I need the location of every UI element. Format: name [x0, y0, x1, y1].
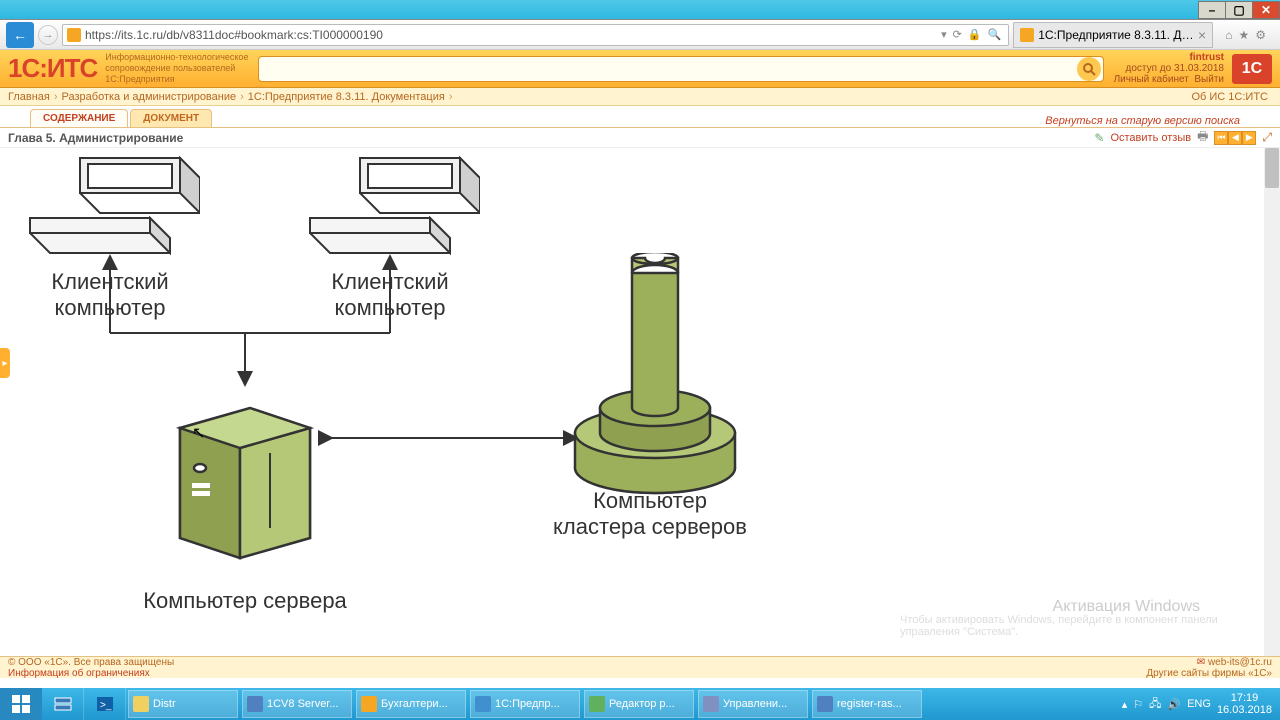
dropdown-icon[interactable]: ▾ — [941, 28, 947, 41]
expand-icon[interactable]: ⤢ — [1262, 130, 1272, 145]
taskbar: >_ Distr1CV8 Server...Бухгалтери...1С:Пр… — [0, 688, 1280, 720]
language-indicator[interactable]: ENG — [1187, 698, 1211, 710]
home-icon[interactable]: ⌂ — [1225, 28, 1232, 42]
tab-contents[interactable]: СОДЕРЖАНИЕ — [30, 109, 128, 127]
page-first-button[interactable]: ⏮ — [1214, 131, 1228, 145]
brand-1c-icon[interactable]: 1C — [1232, 54, 1272, 84]
settings-icon[interactable]: ⚙ — [1255, 28, 1266, 42]
tab-document[interactable]: ДОКУМЕНТ — [130, 109, 212, 127]
server-manager-icon[interactable] — [42, 688, 84, 720]
old-search-link[interactable]: Вернуться на старую версию поиска — [1045, 115, 1250, 127]
tray-up-icon[interactable]: ▴ — [1122, 698, 1128, 711]
favorites-icon[interactable]: ★ — [1238, 28, 1249, 42]
windows-activation-subtext: Чтобы активировать Windows, перейдите в … — [900, 614, 1220, 638]
address-bar[interactable]: https://its.1c.ru/db/v8311doc#bookmark:c… — [62, 24, 1009, 46]
doc-tabs: СОДЕРЖАНИЕ ДОКУМЕНТ Вернуться на старую … — [0, 106, 1280, 128]
refresh-icon[interactable]: ⟳ — [953, 28, 962, 41]
site-search-input[interactable] — [258, 56, 1103, 82]
nav-back-button[interactable]: ← — [6, 22, 34, 48]
site-logo[interactable]: 1С:ИТС — [8, 53, 97, 84]
lock-icon: 🔒 — [968, 28, 982, 41]
user-name: fintrust — [1114, 52, 1224, 63]
page-next-button[interactable]: ▶ — [1242, 131, 1256, 145]
personal-cabinet-link[interactable]: Личный кабинет — [1114, 74, 1189, 85]
server-label: Компьютер сервера — [115, 588, 375, 614]
breadcrumb: Главная› Разработка и администрирование›… — [0, 88, 1280, 106]
diagram-cluster — [570, 253, 740, 501]
content-area: ▸ Клиентский компьютер — [0, 148, 1280, 656]
crumb-section[interactable]: Разработка и администрирование — [62, 91, 237, 103]
other-sites-link[interactable]: Другие сайты фирмы «1С» — [1146, 668, 1272, 679]
tab-close-icon[interactable]: × — [1198, 27, 1206, 43]
tray-sound-icon[interactable]: 🔊 — [1167, 698, 1181, 711]
taskbar-app[interactable]: 1С:Предпр... — [470, 690, 580, 718]
feedback-link[interactable]: Оставить отзыв — [1110, 132, 1191, 144]
browser-tab[interactable]: 1С:Предприятие 8.3.11. До... × — [1013, 22, 1213, 48]
url-text: https://its.1c.ru/db/v8311doc#bookmark:c… — [85, 28, 938, 42]
crumb-doc[interactable]: 1С:Предприятие 8.3.11. Документация — [248, 91, 445, 103]
system-tray: ▴ ⚐ 🖧 🔊 ENG 17:19 16.03.2018 — [1114, 692, 1280, 716]
copyright-text: © ООО «1С». Все права защищены — [8, 657, 174, 668]
site-header: 1С:ИТС Информационно-технологическое соп… — [0, 50, 1280, 88]
nav-forward-button[interactable]: → — [38, 25, 58, 45]
access-until: доступ до 31.03.2018 — [1114, 63, 1224, 74]
chapter-header: Глава 5. Администрирование ✎ Оставить от… — [0, 128, 1280, 148]
scroll-thumb[interactable] — [1265, 148, 1279, 188]
logout-link[interactable]: Выйти — [1194, 74, 1224, 85]
site-footer: © ООО «1С». Все права защищены Информаци… — [0, 656, 1280, 678]
window-maximize-button[interactable]: ▢ — [1225, 1, 1253, 19]
diagram-server — [170, 398, 320, 571]
user-panel: fintrust доступ до 31.03.2018 Личный каб… — [1114, 52, 1224, 85]
architecture-diagram: Клиентский компьютер Клиентский компьюте… — [0, 148, 1280, 656]
svg-text:>_: >_ — [100, 700, 112, 711]
contact-email[interactable]: web-its@1c.ru — [1208, 657, 1272, 668]
cluster-label: Компьютер кластера серверов — [520, 488, 780, 540]
scrollbar[interactable] — [1264, 148, 1280, 656]
window-minimize-button[interactable]: – — [1198, 1, 1226, 19]
tray-flag-icon[interactable]: ⚐ — [1133, 698, 1143, 711]
taskbar-app[interactable]: Бухгалтери... — [356, 690, 466, 718]
taskbar-app[interactable]: Редактор р... — [584, 690, 694, 718]
taskbar-app[interactable]: Управлени... — [698, 690, 808, 718]
tab-title: 1С:Предприятие 8.3.11. До... — [1038, 28, 1194, 42]
browser-nav-bar: ← → https://its.1c.ru/db/v8311doc#bookma… — [0, 20, 1280, 50]
powershell-icon[interactable]: >_ — [84, 688, 126, 720]
search-addr-icon[interactable]: 🔍 — [988, 28, 1002, 41]
taskbar-app[interactable]: register-ras... — [812, 690, 922, 718]
tray-network-icon[interactable]: 🖧 — [1149, 695, 1161, 714]
crumb-home[interactable]: Главная — [8, 91, 50, 103]
clock[interactable]: 17:19 16.03.2018 — [1217, 692, 1272, 716]
taskbar-app[interactable]: Distr — [128, 690, 238, 718]
window-close-button[interactable]: ✕ — [1252, 1, 1280, 19]
site-tagline: Информационно-технологическое сопровожде… — [105, 52, 248, 84]
site-favicon-icon — [67, 28, 81, 42]
search-icon[interactable] — [1077, 57, 1101, 81]
page-prev-button[interactable]: ◀ — [1228, 131, 1242, 145]
browser-tools: ⌂ ★ ⚙ — [1217, 28, 1274, 42]
start-button[interactable] — [0, 688, 42, 720]
taskbar-app[interactable]: 1CV8 Server... — [242, 690, 352, 718]
print-icon[interactable]: 🖶 — [1197, 127, 1208, 148]
restrictions-link[interactable]: Информация об ограничениях — [8, 668, 174, 679]
window-title-bar: – ▢ ✕ — [0, 0, 1280, 20]
tab-favicon-icon — [1020, 28, 1034, 42]
page-title: Глава 5. Администрирование — [8, 131, 183, 145]
about-link[interactable]: Об ИС 1С:ИТС — [1191, 91, 1268, 103]
